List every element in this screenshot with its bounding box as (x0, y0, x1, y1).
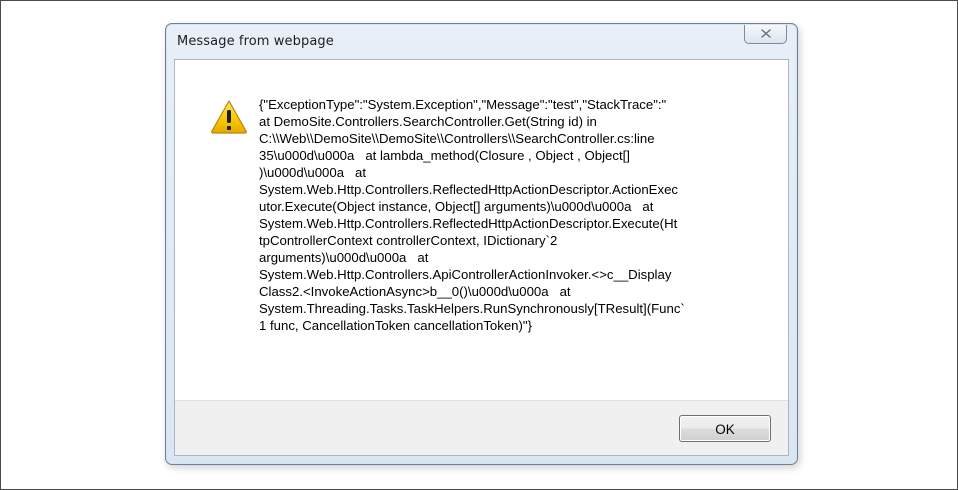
message-line: System.Web.Http.Controllers.ApiControlle… (259, 267, 672, 282)
message-dialog: Message from webpage {"ExceptionType":"S… (165, 23, 798, 465)
message-line: 1 func, CancellationToken cancellationTo… (259, 318, 532, 333)
message-line: at DemoSite.Controllers.SearchController… (259, 114, 597, 129)
message-line: )\u000d\u000a at (259, 165, 367, 180)
dialog-client-area: {"ExceptionType":"System.Exception","Mes… (174, 59, 789, 456)
message-line: utor.Execute(Object instance, Object[] a… (259, 199, 654, 214)
message-line: Class2.<InvokeActionAsync>b__0()\u000d\u… (259, 284, 571, 299)
dialog-titlebar[interactable]: Message from webpage (166, 24, 797, 60)
message-line: tpControllerContext controllerContext, I… (259, 233, 558, 248)
message-text: {"ExceptionType":"System.Exception","Mes… (259, 96, 779, 334)
dialog-content: {"ExceptionType":"System.Exception","Mes… (175, 60, 788, 400)
close-icon (760, 29, 771, 38)
message-line: C:\\Web\\DemoSite\\DemoSite\\Controllers… (259, 131, 655, 146)
close-button[interactable] (744, 25, 787, 44)
dialog-title: Message from webpage (177, 34, 334, 49)
footer-divider (175, 400, 788, 401)
message-line: 35\u000d\u000a at lambda_method(Closure … (259, 148, 630, 163)
message-line: {"ExceptionType":"System.Exception","Mes… (259, 97, 667, 112)
message-line: System.Web.Http.Controllers.ReflectedHtt… (259, 216, 678, 231)
warning-icon (211, 100, 247, 134)
message-line: System.Web.Http.Controllers.ReflectedHtt… (259, 182, 678, 197)
ok-button[interactable]: OK (679, 415, 771, 442)
message-line: arguments)\u000d\u000a at (259, 250, 429, 265)
message-line: System.Threading.Tasks.TaskHelpers.RunSy… (259, 301, 685, 316)
